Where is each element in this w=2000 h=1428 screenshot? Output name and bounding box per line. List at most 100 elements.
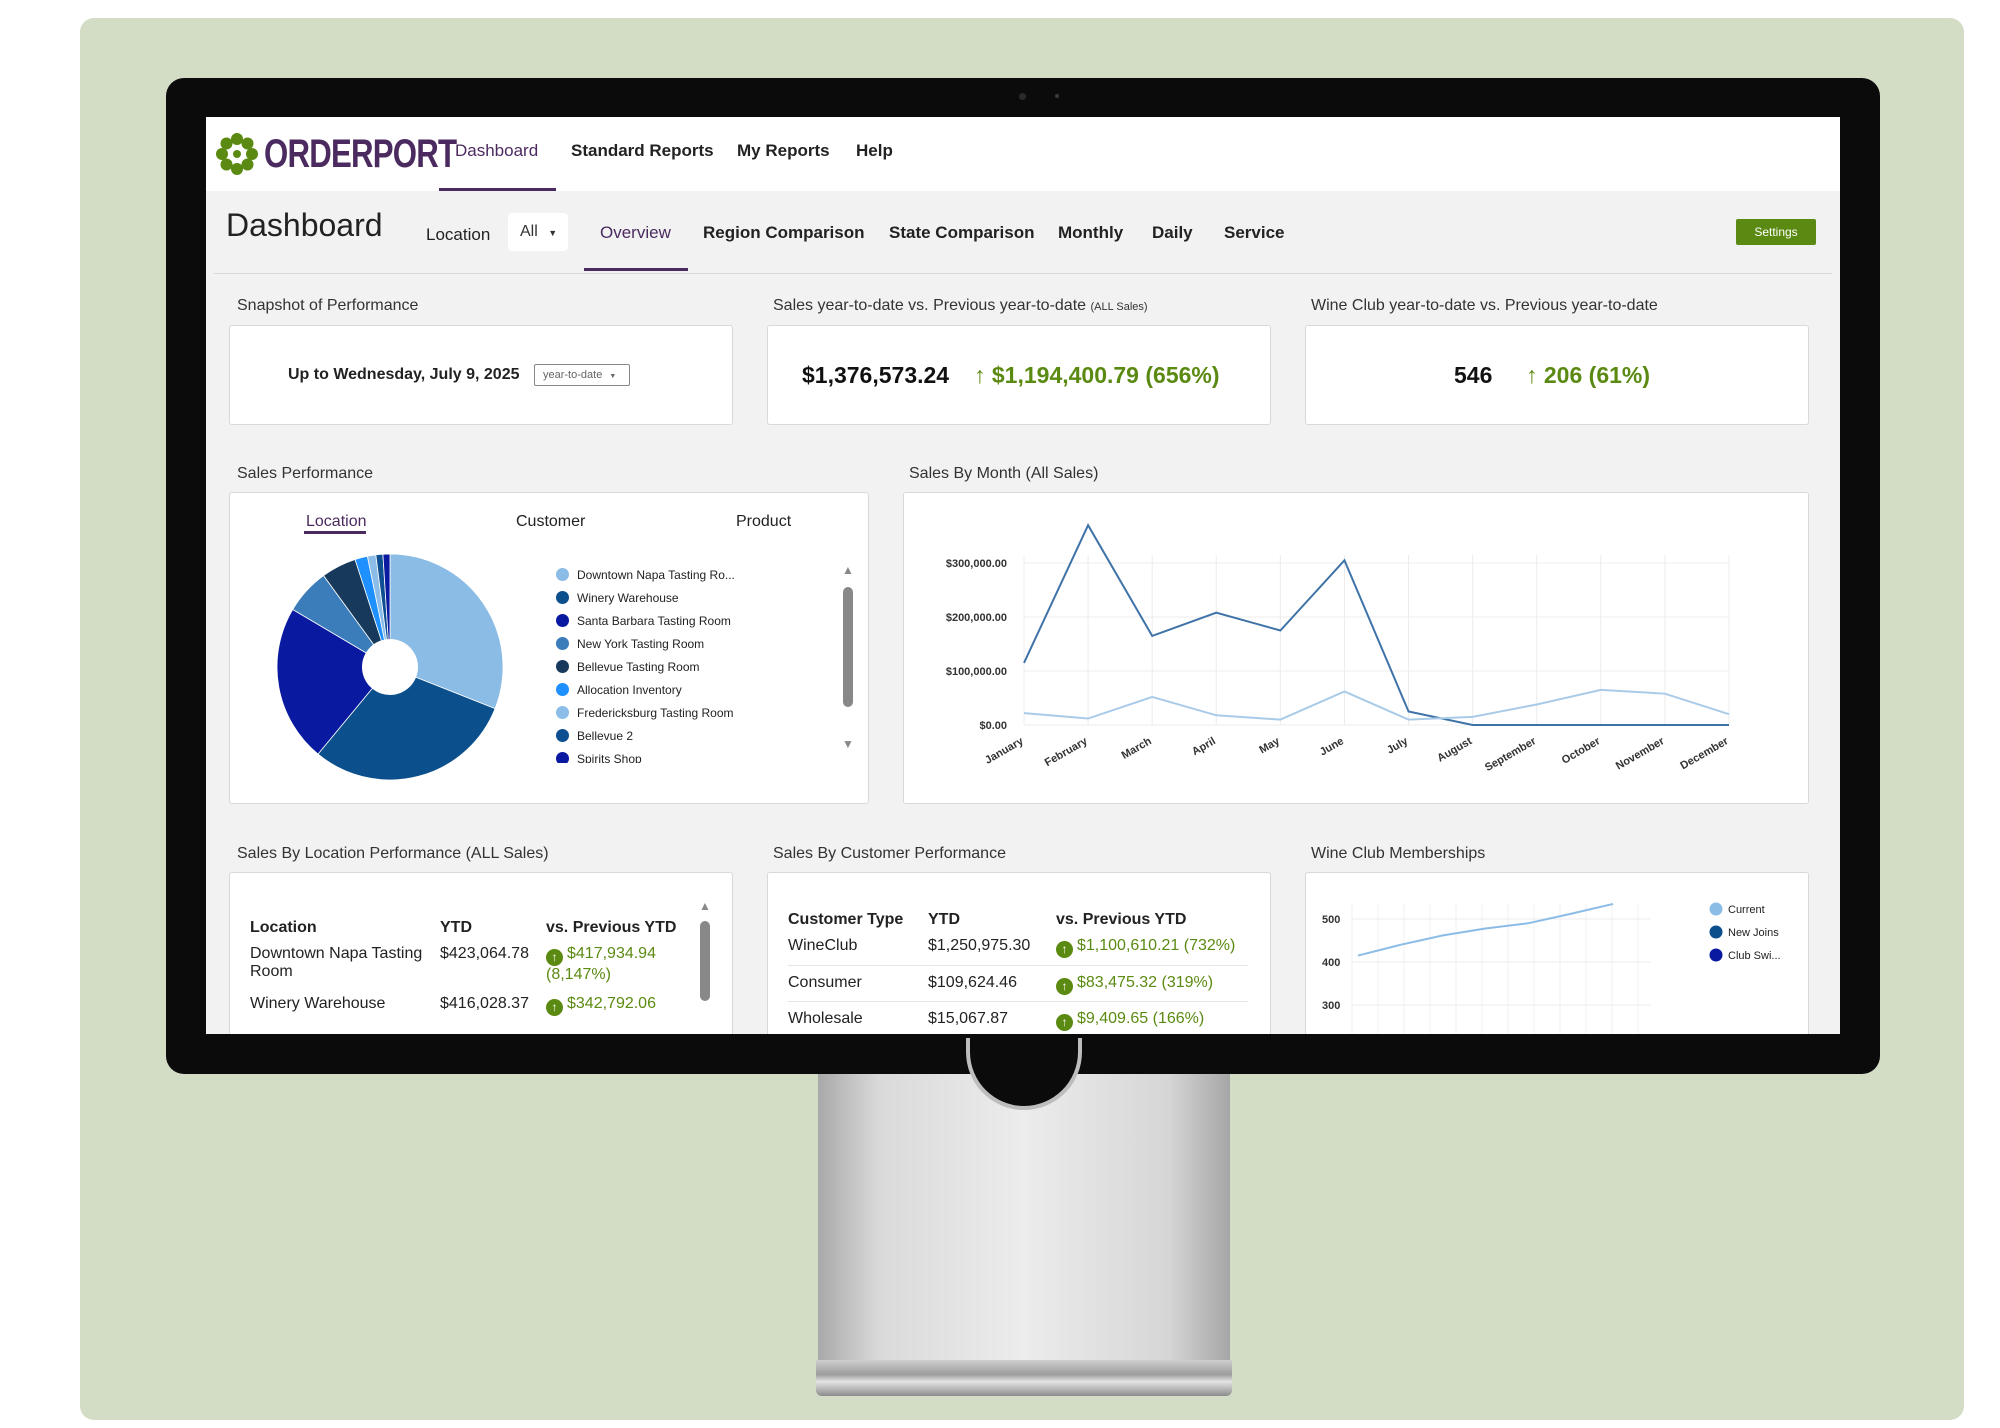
sales-performance-card: Location Customer Product Downtown Napa … [229,492,869,804]
monitor-stand [818,1074,1230,1374]
nav-dashboard[interactable]: Dashboard [455,141,538,161]
legend-item[interactable]: Bellevue 2 [556,724,746,747]
location-value: All [520,223,538,240]
legend-item[interactable]: Downtown Napa Tasting Ro... [556,563,746,586]
legend-scrollbar[interactable] [843,587,853,707]
arrow-up-circle-icon: ↑ [546,949,563,966]
tab-daily[interactable]: Daily [1152,223,1193,243]
sales-ytd-change: ↑ $1,194,400.79 (656%) [974,362,1220,389]
legend-swatch [556,706,569,719]
x-tick-label: April [1190,735,1218,758]
y-tick-label: 300 [1322,1000,1340,1012]
legend-label: Downtown Napa Tasting Ro... [577,567,735,582]
y-tick-label: $0.00 [979,720,1007,732]
arrow-up-circle-icon: ↑ [546,999,563,1016]
legend-item[interactable]: Spirits Shop [556,747,746,763]
wine-club-memberships-title: Wine Club Memberships [1311,845,1486,862]
tab-active-indicator [584,268,688,271]
location-select[interactable]: All ▼ [508,213,568,251]
customer-perf-card: Customer Type YTD vs. Previous YTD WineC… [767,872,1271,1034]
nav-my-reports[interactable]: My Reports [737,141,830,161]
wine-club-ytd-change-text: 206 (61%) [1543,362,1651,388]
location-label: Location [426,225,491,244]
table-row[interactable]: WineClub $1,250,975.30 ↑ $1,100,610.21 (7… [788,929,1248,966]
legend-swatch [1709,925,1723,939]
tab-state-comparison[interactable]: State Comparison [889,223,1034,243]
legend-label: Spirits Shop [577,751,642,764]
legend-swatch [556,729,569,742]
cell-type: WineClub [788,929,928,966]
table-scrollbar[interactable] [700,921,710,1001]
legend-label: Santa Barbara Tasting Room [577,613,731,628]
legend-swatch [1709,948,1723,962]
table-row[interactable]: Winery Warehouse $416,028.37 ↑ $342,792.0… [250,989,690,1016]
scroll-up-icon[interactable]: ▲ [699,899,711,913]
x-tick-label: October [1560,735,1603,767]
period-value: year-to-date [543,369,603,381]
col-ytd: YTD [440,919,472,936]
legend-label: Allocation Inventory [577,682,682,697]
x-tick-label: July [1385,735,1411,757]
legend-label[interactable]: New Joins [1728,927,1779,939]
tab-customer[interactable]: Customer [516,513,585,531]
scroll-down-icon[interactable]: ▼ [842,737,854,751]
y-tick-label: 500 [1322,914,1340,926]
legend-label: Winery Warehouse [577,590,679,605]
tab-service[interactable]: Service [1224,223,1285,243]
table-row[interactable]: Wholesale $15,067.87 ↑ $9,409.65 (166%) [788,1001,1248,1034]
tab-product[interactable]: Product [736,513,791,531]
cell-change: ↑ $1,100,610.21 (732%) [1056,929,1248,966]
scroll-up-icon[interactable]: ▲ [842,563,854,577]
y-tick-label: $300,000.00 [946,558,1007,570]
nav-help[interactable]: Help [856,141,893,161]
top-navigation: ORDERPORT Dashboard Standard Reports My … [206,117,1840,191]
legend-label: Fredericksburg Tasting Room [577,705,734,720]
page-title: Dashboard [226,207,383,243]
x-tick-label: March [1120,735,1154,762]
sales-ytd-change-text: $1,194,400.79 (656%) [991,362,1220,388]
dropdown-caret-icon: ▼ [548,228,558,238]
legend-label[interactable]: Current [1728,904,1765,916]
legend-item[interactable]: Santa Barbara Tasting Room [556,609,746,632]
legend-swatch [556,637,569,650]
tab-monthly[interactable]: Monthly [1058,223,1123,243]
tab-location[interactable]: Location [306,513,367,531]
tab-overview[interactable]: Overview [600,223,671,243]
settings-button[interactable]: Settings [1736,219,1816,245]
cell-change: ↑ $417,934.94 (8,147%) [546,937,690,989]
pie-legend: Downtown Napa Tasting Ro... Winery Wareho… [556,563,746,763]
legend-swatch [556,683,569,696]
change-text: $83,475.32 (319%) [1077,973,1214,991]
wine-club-ytd-change: ↑ 206 (61%) [1526,362,1650,389]
legend-item[interactable]: New York Tasting Room [556,632,746,655]
y-tick-label: 400 [1322,957,1340,969]
legend-swatch [556,591,569,604]
location-pie-chart [276,553,504,781]
dashboard-screen: ORDERPORT Dashboard Standard Reports My … [206,117,1840,1034]
legend-item[interactable]: Bellevue Tasting Room [556,655,746,678]
legend-swatch [556,660,569,673]
sales-ytd-title: Sales year-to-date vs. Previous year-to-… [773,297,1148,315]
tab-region-comparison[interactable]: Region Comparison [703,223,865,243]
legend-item[interactable]: Winery Warehouse [556,586,746,609]
nav-standard-reports[interactable]: Standard Reports [571,141,714,161]
x-tick-label: May [1257,735,1282,757]
col-customer-type: Customer Type [788,911,904,928]
x-tick-label: February [1043,735,1091,769]
camera-icon [1019,93,1026,100]
series-line[interactable] [1023,523,1729,726]
period-select[interactable]: year-to-date ▼ [534,364,630,386]
sales-by-month-chart: $0.00 $100,000.00 $200,000.00 $300,000.00 Ja… [946,523,1731,774]
series-line[interactable] [1023,688,1730,721]
change-text: $342,792.06 [567,995,656,1012]
legend-item[interactable]: Allocation Inventory [556,678,746,701]
change-text: $9,409.65 (166%) [1077,1009,1205,1027]
series-line[interactable] [1357,902,1614,957]
legend-label[interactable]: Club Swi... [1728,950,1781,962]
y-tick-label: $100,000.00 [946,666,1007,678]
table-row[interactable]: Downtown Napa Tasting Room $423,064.78 ↑… [250,937,690,989]
cell-ytd: $15,067.87 [928,1009,1009,1027]
table-row[interactable]: Consumer $109,624.46 ↑ $83,475.32 (319%) [788,965,1248,1002]
legend-item[interactable]: Fredericksburg Tasting Room [556,701,746,724]
wine-club-chart: 500 400 300 Current New Joins Club Swi... [1322,902,1781,1034]
